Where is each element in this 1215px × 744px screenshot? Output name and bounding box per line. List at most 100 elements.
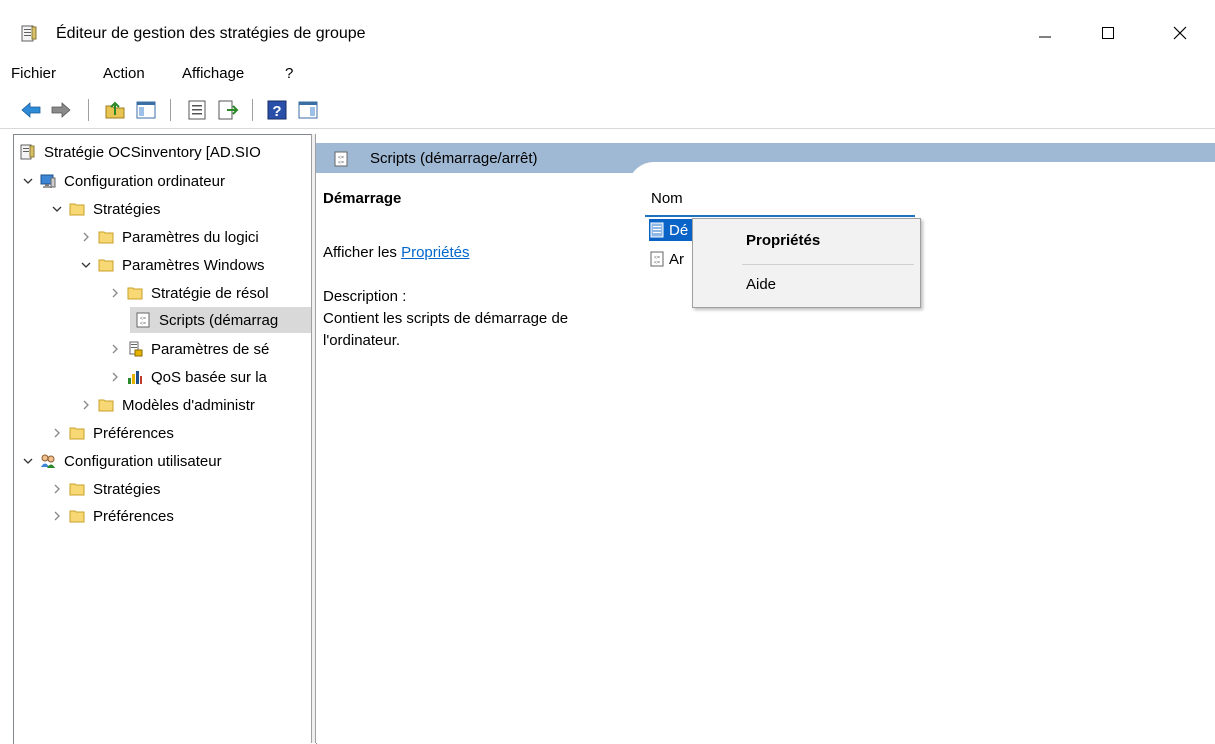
chevron-right-icon[interactable] bbox=[51, 427, 63, 439]
forward-icon[interactable] bbox=[50, 99, 72, 121]
tree-item-windows-settings[interactable]: Paramètres Windows bbox=[80, 252, 265, 278]
computer-icon bbox=[40, 174, 56, 188]
script-icon: <=<= bbox=[650, 251, 664, 267]
tree-item-user-preferences[interactable]: Préférences bbox=[51, 503, 174, 529]
toolbar-separator bbox=[88, 99, 89, 121]
details-header-title: Scripts (démarrage/arrêt) bbox=[370, 150, 538, 167]
list-item-label: Dé bbox=[669, 221, 689, 239]
chevron-right-icon[interactable] bbox=[80, 399, 92, 411]
gpo-icon bbox=[20, 144, 35, 160]
chevron-down-icon[interactable] bbox=[22, 175, 34, 187]
description-text-line2: l'ordinateur. bbox=[323, 332, 401, 349]
tree-item-user-strategies[interactable]: Stratégies bbox=[51, 476, 161, 502]
tree-label: Configuration utilisateur bbox=[64, 452, 222, 470]
svg-text:<=: <= bbox=[338, 160, 344, 166]
tree-label: QoS basée sur la bbox=[151, 368, 267, 386]
script-icon: <=<= bbox=[136, 312, 150, 328]
folder-icon bbox=[127, 287, 143, 300]
tree-label: Paramètres Windows bbox=[122, 256, 265, 274]
tree-label: Stratégies bbox=[93, 480, 161, 498]
tree-label: Configuration ordinateur bbox=[64, 172, 225, 190]
chevron-down-icon[interactable] bbox=[80, 259, 92, 271]
menu-fichier[interactable]: Fichier bbox=[11, 65, 56, 82]
export-list-icon[interactable] bbox=[217, 99, 239, 121]
folder-icon bbox=[98, 399, 114, 412]
section-title: Démarrage bbox=[323, 190, 402, 207]
tree-item-strategies[interactable]: Stratégies bbox=[51, 196, 161, 222]
chevron-right-icon[interactable] bbox=[80, 231, 92, 243]
tree-item-user-config[interactable]: Configuration utilisateur bbox=[22, 448, 222, 474]
chevron-right-icon[interactable] bbox=[109, 371, 121, 383]
close-button[interactable] bbox=[1160, 18, 1200, 48]
minimize-button[interactable] bbox=[1025, 18, 1065, 48]
tree-item-qos[interactable]: QoS basée sur la bbox=[109, 364, 267, 390]
folder-icon bbox=[69, 203, 85, 216]
menu-affichage[interactable]: Affichage bbox=[182, 65, 244, 82]
security-icon bbox=[129, 341, 143, 357]
context-menu-properties[interactable]: Propriétés bbox=[746, 232, 820, 249]
tree-label: Préférences bbox=[93, 507, 174, 525]
chevron-right-icon[interactable] bbox=[109, 287, 121, 299]
properties-icon[interactable] bbox=[186, 99, 208, 121]
chevron-down-icon[interactable] bbox=[51, 203, 63, 215]
help-icon[interactable]: ? bbox=[266, 99, 288, 121]
chevron-right-icon[interactable] bbox=[109, 343, 121, 355]
list-column-header[interactable] bbox=[645, 183, 915, 217]
up-folder-icon[interactable] bbox=[104, 99, 126, 121]
script-file-icon bbox=[650, 222, 664, 238]
tree-label: Paramètres du logici bbox=[122, 228, 259, 246]
show-action-pane-icon[interactable] bbox=[297, 99, 319, 121]
list-item-startup[interactable]: Dé bbox=[649, 219, 693, 241]
list-item-shutdown[interactable]: <= <= Ar bbox=[649, 248, 693, 270]
description-text-line1: Contient les scripts de démarrage de bbox=[323, 310, 569, 327]
svg-text:?: ? bbox=[272, 103, 281, 120]
list-item-label: Ar bbox=[669, 250, 684, 268]
folder-icon bbox=[69, 510, 85, 523]
tree-label: Stratégie OCSinventory [AD.SIO bbox=[44, 143, 261, 161]
toolbar bbox=[0, 92, 1215, 129]
context-menu-help[interactable]: Aide bbox=[746, 276, 776, 293]
tree-item-security-settings[interactable]: Paramètres de sé bbox=[109, 336, 269, 362]
tree-item-scripts[interactable]: <= <= Scripts (démarrag bbox=[130, 307, 315, 333]
show-properties-prefix: Afficher les bbox=[323, 244, 402, 261]
tree-label: Scripts (démarrag bbox=[159, 311, 279, 329]
close-icon bbox=[1173, 26, 1187, 40]
description-label: Description : bbox=[323, 288, 407, 305]
folder-icon bbox=[98, 231, 114, 244]
tree-item-computer-config[interactable]: Configuration ordinateur bbox=[22, 168, 225, 194]
properties-link[interactable]: Propriétés bbox=[401, 244, 469, 261]
tree-label: Préférences bbox=[93, 424, 174, 442]
show-properties-line: Afficher les Propriétés bbox=[323, 244, 469, 261]
script-icon: <=<= bbox=[334, 151, 348, 167]
folder-icon bbox=[98, 259, 114, 272]
tree-item-preferences[interactable]: Préférences bbox=[51, 420, 174, 446]
tree-label: Paramètres de sé bbox=[151, 340, 270, 358]
folder-icon bbox=[69, 483, 85, 496]
context-menu-separator bbox=[742, 264, 914, 265]
svg-text:<=: <= bbox=[140, 321, 146, 327]
qos-chart-icon bbox=[128, 371, 142, 384]
menu-action[interactable]: Action bbox=[103, 65, 145, 82]
maximize-button[interactable] bbox=[1088, 18, 1128, 48]
chevron-right-icon[interactable] bbox=[51, 483, 63, 495]
tree-label: Stratégie de résol bbox=[151, 284, 269, 302]
users-icon bbox=[41, 454, 55, 468]
back-icon[interactable] bbox=[20, 99, 42, 121]
tree-label: Stratégies bbox=[93, 200, 161, 218]
menu-help[interactable]: ? bbox=[285, 65, 293, 82]
chevron-right-icon[interactable] bbox=[51, 510, 63, 522]
column-name-label: Nom bbox=[651, 190, 683, 207]
maximize-icon bbox=[1102, 27, 1114, 39]
gpo-editor-icon bbox=[21, 25, 37, 42]
tree-root[interactable]: Stratégie OCSinventory [AD.SIO bbox=[20, 139, 261, 165]
minimize-icon bbox=[1039, 36, 1051, 38]
tree-item-admin-templates[interactable]: Modèles d'administr bbox=[80, 392, 255, 418]
toolbar-separator bbox=[252, 99, 253, 121]
show-hide-tree-icon[interactable] bbox=[135, 99, 157, 121]
window-title: Éditeur de gestion des stratégies de gro… bbox=[56, 25, 366, 42]
tree-item-software-settings[interactable]: Paramètres du logici bbox=[80, 224, 259, 250]
tree-label: Modèles d'administr bbox=[122, 396, 255, 414]
svg-text:<=: <= bbox=[654, 260, 660, 266]
chevron-down-icon[interactable] bbox=[22, 455, 34, 467]
tree-item-name-resolution[interactable]: Stratégie de résol bbox=[109, 280, 269, 306]
